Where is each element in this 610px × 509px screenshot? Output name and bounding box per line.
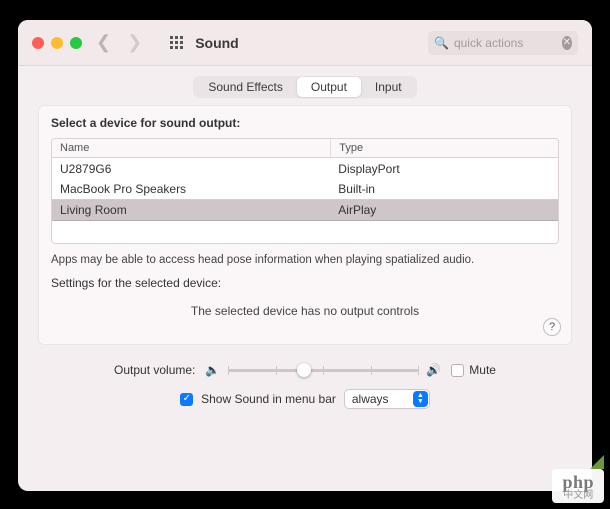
clear-search-icon[interactable]: ✕ <box>562 36 572 50</box>
all-prefs-button[interactable] <box>170 36 183 49</box>
menubar-mode-select[interactable]: always ▲▼ <box>344 389 430 409</box>
titlebar: ❮ ❯ Sound 🔍 ✕ <box>18 20 592 66</box>
minimize-button[interactable] <box>51 37 63 49</box>
device-type: AirPlay <box>330 200 558 220</box>
table-row-selected[interactable]: Living Room AirPlay <box>52 199 558 221</box>
traffic-lights <box>32 37 82 49</box>
output-volume-label: Output volume: <box>114 363 195 377</box>
volume-slider-group: 🔈 🔊 <box>205 363 441 377</box>
mute-checkbox[interactable] <box>451 364 464 377</box>
table-row[interactable]: U2879G6 DisplayPort <box>52 158 558 179</box>
device-type: Built-in <box>330 179 558 199</box>
tab-input[interactable]: Input <box>361 77 416 97</box>
settings-label: Settings for the selected device: <box>51 276 559 290</box>
watermark-sub: 中文网 <box>562 491 594 501</box>
volume-slider[interactable] <box>228 369 418 372</box>
speaker-low-icon: 🔈 <box>205 363 220 377</box>
table-row[interactable]: MacBook Pro Speakers Built-in <box>52 179 558 199</box>
nav-controls: ❮ ❯ <box>96 32 183 53</box>
tab-output[interactable]: Output <box>297 77 361 97</box>
no-controls-text: The selected device has no output contro… <box>51 304 559 318</box>
help-button[interactable]: ? <box>543 318 561 336</box>
device-type: DisplayPort <box>330 158 558 179</box>
col-name[interactable]: Name <box>52 139 330 157</box>
tab-sound-effects[interactable]: Sound Effects <box>194 77 297 97</box>
device-name: Living Room <box>52 200 330 220</box>
search-icon: 🔍 <box>434 36 449 50</box>
menubar-row: Show Sound in menu bar always ▲▼ <box>38 389 572 409</box>
show-in-menubar-label: Show Sound in menu bar <box>201 392 336 406</box>
search-input[interactable] <box>454 36 557 50</box>
select-value: always <box>352 392 389 406</box>
segmented-control: Sound Effects Output Input <box>193 76 416 98</box>
watermark-brand: php <box>562 473 594 491</box>
forward-button[interactable]: ❯ <box>127 32 142 53</box>
mute-control: Mute <box>451 363 496 377</box>
spatial-audio-hint: Apps may be able to access head pose inf… <box>51 254 559 266</box>
slider-knob[interactable] <box>297 363 311 377</box>
speaker-high-icon: 🔊 <box>426 363 441 377</box>
tab-bar: Sound Effects Output Input <box>38 76 572 98</box>
output-panel: Select a device for sound output: Name T… <box>38 105 572 345</box>
page-title: Sound <box>195 35 239 51</box>
table-empty-row <box>52 221 558 243</box>
col-type[interactable]: Type <box>330 139 558 157</box>
content-area: Sound Effects Output Input Select a devi… <box>18 66 592 491</box>
show-in-menubar-checkbox[interactable] <box>180 393 193 406</box>
back-button[interactable]: ❮ <box>96 32 111 53</box>
sound-preferences-window: ❮ ❯ Sound 🔍 ✕ Sound Effects Output Input… <box>18 20 592 491</box>
zoom-button[interactable] <box>70 37 82 49</box>
corner-decoration <box>590 455 604 469</box>
mute-label: Mute <box>469 363 496 377</box>
device-table: Name Type U2879G6 DisplayPort MacBook Pr… <box>51 138 559 244</box>
volume-row: Output volume: 🔈 🔊 Mute <box>38 363 572 377</box>
close-button[interactable] <box>32 37 44 49</box>
table-header: Name Type <box>52 139 558 158</box>
search-field[interactable]: 🔍 ✕ <box>428 31 578 55</box>
watermark: php 中文网 <box>552 469 604 503</box>
device-name: MacBook Pro Speakers <box>52 179 330 199</box>
device-name: U2879G6 <box>52 158 330 179</box>
stepper-arrows-icon: ▲▼ <box>413 391 428 407</box>
panel-heading: Select a device for sound output: <box>51 116 559 130</box>
